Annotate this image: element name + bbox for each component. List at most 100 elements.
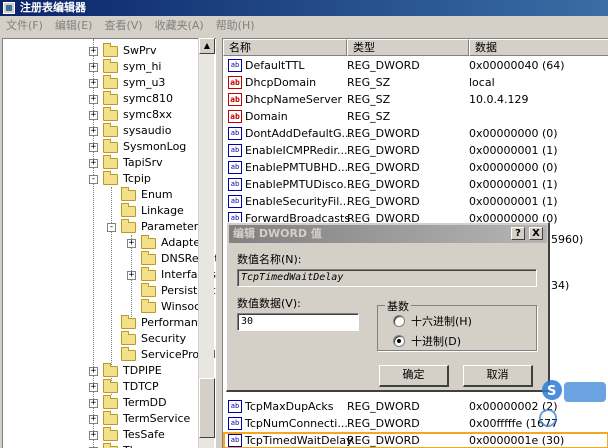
expand-icon[interactable]: + — [89, 111, 98, 120]
value-type: REG_DWORD — [347, 127, 420, 140]
folder-icon — [141, 235, 156, 249]
tree-item-label: TermService — [123, 412, 191, 425]
tree-scrollbar[interactable]: ▲ — [198, 38, 215, 448]
expand-icon[interactable]: + — [89, 143, 98, 152]
value-data: 0x00000000 (0) — [469, 161, 558, 174]
help-icon[interactable]: ? — [511, 227, 525, 240]
column-header-type[interactable]: 类型 — [347, 39, 469, 56]
expand-icon[interactable]: + — [89, 95, 98, 104]
value-name-label: 数值名称(N): — [237, 253, 302, 266]
value-row[interactable]: ab DhcpDomain REG_SZ local — [223, 74, 608, 91]
reg-dword-icon: ab — [228, 161, 242, 174]
value-type: REG_DWORD — [347, 161, 420, 174]
expand-icon[interactable]: + — [89, 383, 98, 392]
folder-icon — [121, 203, 136, 217]
expand-icon[interactable]: + — [89, 159, 98, 168]
value-data-input[interactable]: 30 — [237, 313, 359, 331]
hex-radio[interactable] — [393, 315, 405, 327]
tree-item-label: sym_hi — [123, 60, 162, 73]
folder-icon — [103, 43, 118, 57]
folder-icon — [103, 363, 118, 377]
value-name: TcpMaxDupAcks — [245, 400, 334, 413]
value-name-field: TcpTimedWaitDelay — [237, 269, 537, 287]
column-header-name[interactable]: 名称 — [223, 39, 347, 56]
value-row[interactable]: ab DefaultTTL REG_DWORD 0x00000040 (64) — [223, 57, 608, 74]
value-name: DhcpDomain — [245, 76, 317, 89]
expand-icon[interactable]: + — [89, 79, 98, 88]
hex-label[interactable]: 十六进制(H) — [411, 313, 472, 329]
value-data: local — [469, 76, 495, 89]
ok-button[interactable]: 确定 — [379, 365, 449, 387]
folder-icon — [103, 107, 118, 121]
menu-help[interactable]: 帮助(H) — [210, 16, 261, 36]
menu-edit[interactable]: 编辑(E) — [49, 16, 99, 36]
tree-item-label: TesSafe — [123, 428, 165, 441]
scroll-up-icon[interactable]: ▲ — [199, 38, 215, 54]
folder-icon — [103, 123, 118, 137]
value-name: Domain — [245, 110, 288, 123]
folder-icon — [141, 283, 156, 297]
reg-dword-icon: ab — [228, 59, 242, 72]
menu-file[interactable]: 文件(F) — [0, 16, 49, 36]
folder-icon — [103, 411, 118, 425]
decimal-label[interactable]: 十进制(D) — [411, 333, 461, 349]
menu-favorites[interactable]: 收藏夹(A) — [149, 16, 210, 36]
reg-dword-icon: ab — [228, 434, 242, 447]
value-row[interactable]: ab DhcpNameServer REG_SZ 10.0.4.129 — [223, 91, 608, 108]
expand-icon[interactable]: + — [89, 63, 98, 72]
folder-icon — [103, 155, 118, 169]
column-header-data[interactable]: 数据 — [469, 39, 608, 56]
window-title-bar: 注册表编辑器 — [0, 0, 608, 16]
tree-item-label: Enum — [141, 188, 173, 201]
value-row[interactable]: ab EnablePMTUBHD... REG_DWORD 0x00000000 (0… — [223, 159, 608, 176]
tree-item-label: TDTCP — [123, 380, 159, 393]
collapse-icon[interactable]: - — [89, 175, 98, 184]
value-row[interactable]: ab EnableICMPRedir... REG_DWORD 0x00000001 … — [223, 142, 608, 159]
value-data-label: 数值数据(V): — [237, 297, 301, 310]
value-type: REG_DWORD — [347, 59, 420, 72]
expand-icon[interactable]: + — [89, 431, 98, 440]
registry-tree[interactable]: + SwPrv + sym_hi + sym_u3 + symc810 + symc8xx + sys… — [2, 38, 216, 448]
expand-icon[interactable]: + — [89, 415, 98, 424]
expand-icon[interactable]: + — [89, 399, 98, 408]
folder-icon — [121, 331, 136, 345]
svg-text:S: S — [547, 384, 556, 399]
value-row[interactable]: ab Domain REG_SZ — [223, 108, 608, 125]
reg-dword-icon: ab — [228, 127, 242, 140]
scroll-thumb[interactable] — [199, 378, 215, 438]
value-row[interactable]: ab DontAddDefaultG... REG_DWORD 0x00000000 … — [223, 125, 608, 142]
base-label: 基数 — [385, 298, 411, 314]
expand-icon[interactable]: + — [89, 47, 98, 56]
decimal-radio[interactable] — [393, 335, 405, 347]
folder-icon — [141, 299, 156, 313]
reg-dword-icon: ab — [228, 178, 242, 191]
tree-item-label: TapiSrv — [123, 156, 163, 169]
value-type: REG_DWORD — [347, 195, 420, 208]
reg-sz-icon: ab — [228, 93, 242, 106]
menu-view[interactable]: 查看(V) — [98, 16, 148, 36]
value-data: 0x00000001 (1) — [469, 178, 558, 191]
value-data: 0x00000040 (64) — [469, 59, 565, 72]
value-type: REG_DWORD — [347, 144, 420, 157]
value-row[interactable]: ab EnableSecurityFil... REG_DWORD 0x0000000… — [223, 193, 608, 210]
expand-icon[interactable]: + — [89, 127, 98, 136]
expand-icon[interactable]: + — [127, 271, 136, 280]
cancel-button[interactable]: 取消 — [463, 365, 533, 387]
tree-item-label: Tcpip — [123, 172, 151, 185]
value-type: REG_SZ — [347, 93, 391, 106]
folder-icon — [121, 347, 136, 361]
close-icon[interactable]: X — [529, 227, 543, 240]
tree-item-label: TermDD — [123, 396, 167, 409]
expand-icon[interactable]: + — [89, 367, 98, 376]
folder-icon — [103, 59, 118, 73]
value-type: REG_SZ — [347, 110, 391, 123]
value-row[interactable]: ab EnablePMTUDisco... REG_DWORD 0x00000001 … — [223, 176, 608, 193]
value-name: EnablePMTUBHD... — [245, 161, 349, 174]
tree-item-label: TDPIPE — [123, 364, 162, 377]
value-name: DhcpNameServer — [245, 93, 342, 106]
expand-icon[interactable]: + — [127, 239, 136, 248]
collapse-icon[interactable]: - — [107, 223, 116, 232]
value-data: 0x00000001 (1) — [469, 195, 558, 208]
reg-dword-icon: ab — [228, 400, 242, 413]
folder-icon — [141, 251, 156, 265]
